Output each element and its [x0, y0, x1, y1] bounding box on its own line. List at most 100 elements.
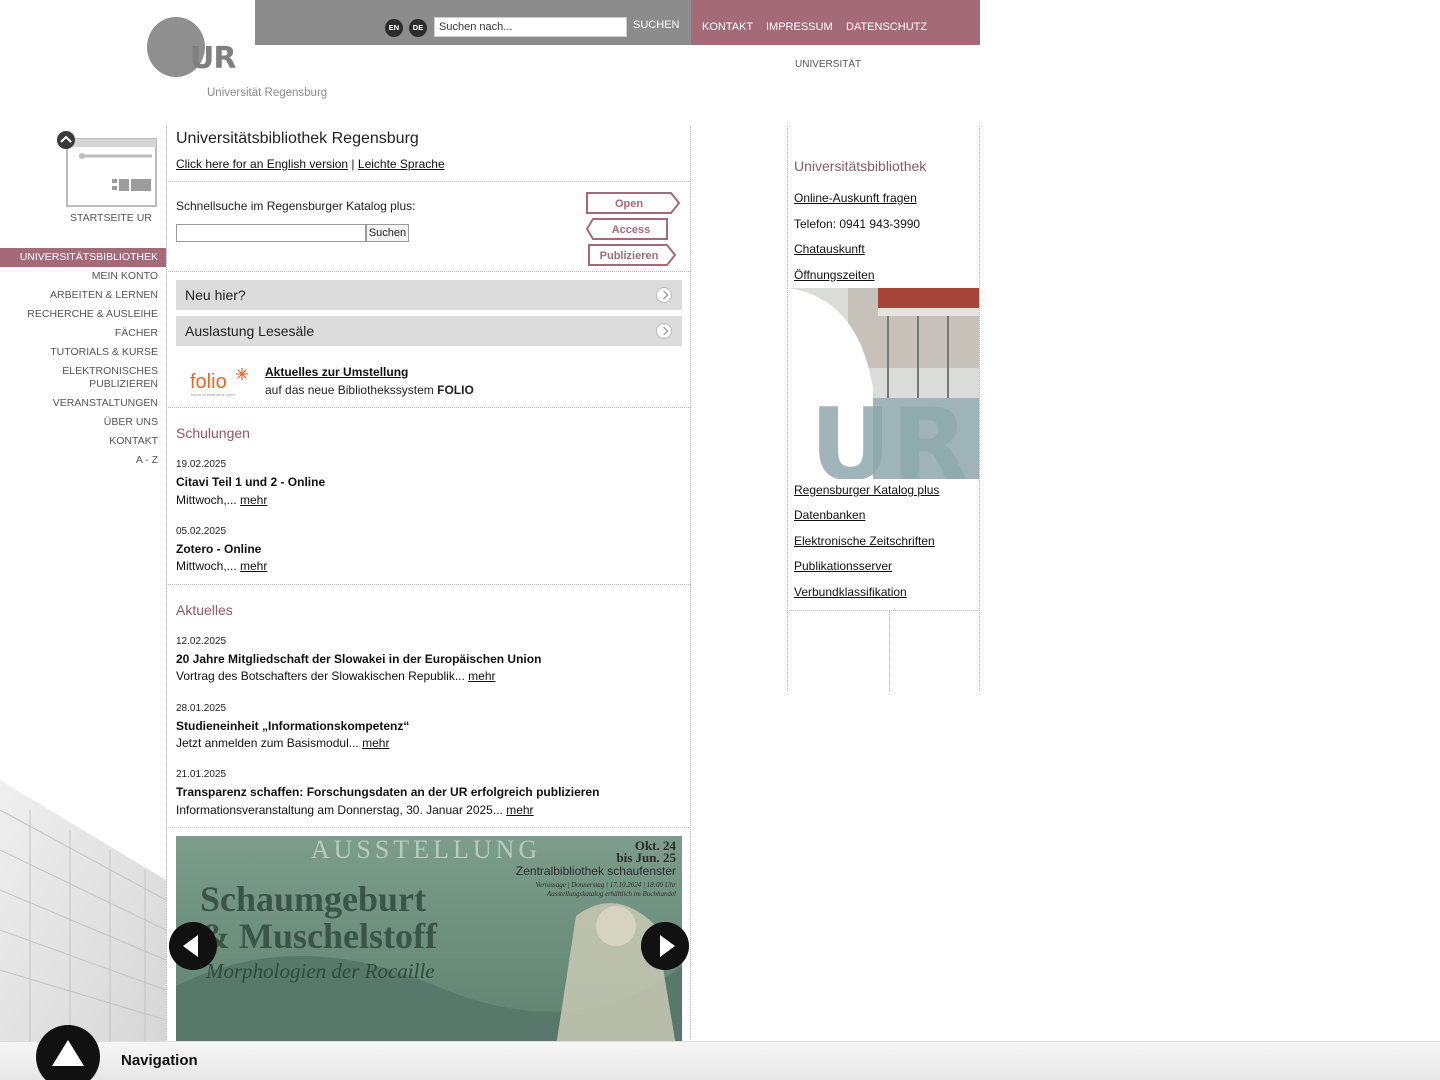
home-page-icon[interactable]: [56, 131, 158, 209]
accordion-auslastung-lesesaele[interactable]: Auslastung Lesesäle: [176, 316, 682, 346]
news-date: 12.02.2025: [176, 636, 227, 647]
section-divider: [166, 407, 691, 408]
top-link-impressum[interactable]: IMPRESSUM: [766, 21, 833, 33]
chevron-right-icon: [656, 287, 672, 303]
news-description: Informationsveranstaltung am Donnerstag,…: [176, 803, 534, 817]
event-title: Zotero - Online: [176, 542, 262, 556]
banner-dates-end: bis Jun. 25: [616, 850, 676, 865]
library-building-image: UR: [788, 288, 979, 479]
catalog-search-button[interactable]: Suchen: [366, 224, 409, 242]
news-title: Studieneinheit „Informationskompetenz“: [176, 719, 410, 733]
more-link[interactable]: mehr: [240, 559, 267, 573]
language-en-button[interactable]: EN: [385, 19, 403, 37]
main-left-divider: [166, 126, 167, 1040]
section-divider: [787, 610, 980, 611]
news-date: 28.01.2025: [176, 703, 227, 714]
more-link[interactable]: mehr: [468, 669, 495, 683]
site-search-input[interactable]: [434, 17, 627, 37]
leichte-sprache-link[interactable]: Leichte Sprache: [358, 157, 445, 171]
sidebar-item-universitaetsbibliothek[interactable]: UNIVERSITÄTSBIBLIOTHEK: [0, 248, 166, 267]
online-auskunft-link[interactable]: Online-Auskunft fragen: [794, 191, 917, 205]
e-zeitschriften-link[interactable]: Elektronische Zeitschriften: [794, 534, 935, 548]
event-description: Mittwoch,... mehr: [176, 493, 268, 507]
open-access-publizieren-badge[interactable]: Open Access Publizieren: [585, 191, 681, 269]
sidebar-item-recherche-ausleihe[interactable]: RECHERCHE & AUSLEIHE: [0, 305, 166, 324]
datenbanken-link[interactable]: Datenbanken: [794, 508, 865, 522]
folio-news-link[interactable]: Aktuelles zur Umstellung: [265, 365, 408, 379]
section-divider: [166, 584, 691, 585]
site-search-button[interactable]: SUCHEN: [633, 19, 679, 31]
news-description: Jetzt anmelden zum Basismodul... mehr: [176, 736, 390, 750]
sidebar-item-a-z[interactable]: A - Z: [0, 451, 166, 470]
sidebar-item-elektronisches-publizieren[interactable]: ELEKTRONISCHES PUBLIZIEREN: [0, 362, 166, 394]
katalog-plus-link[interactable]: Regensburger Katalog plus: [794, 483, 939, 497]
chatauskunft-link[interactable]: Chatauskunft: [794, 242, 865, 256]
more-link[interactable]: mehr: [506, 803, 533, 817]
folio-logo: folio future of libraries is open: [190, 368, 248, 397]
folio-logo-tagline: future of libraries is open: [191, 392, 235, 397]
language-de-button[interactable]: DE: [409, 19, 427, 37]
banner-title-line2: & Muschelstoff: [200, 916, 438, 956]
section-divider: [166, 827, 691, 828]
home-link-startseite[interactable]: STARTSEITE UR: [70, 212, 152, 224]
banner-ausstellung: AUSSTELLUNG: [311, 836, 541, 864]
chevron-right-icon: [656, 323, 672, 339]
banner-subtitle: Morphologien der Rocaille: [205, 959, 435, 983]
main-right-divider: [690, 126, 691, 1040]
sidebar-item-kontakt[interactable]: KONTAKT: [0, 432, 166, 451]
accordion-label: Auslastung Lesesäle: [185, 323, 315, 339]
top-link-kontakt[interactable]: KONTAKT: [702, 21, 753, 33]
oa-word-open: Open: [615, 198, 643, 210]
publikationsserver-link[interactable]: Publikationsserver: [794, 559, 892, 573]
top-link-datenschutz[interactable]: DATENSCHUTZ: [846, 21, 927, 33]
accordion-label: Neu hier?: [185, 287, 246, 303]
sidebar-item-faecher[interactable]: FÄCHER: [0, 324, 166, 343]
event-date: 19.02.2025: [176, 459, 227, 470]
right-col-inner-divider: [889, 611, 890, 691]
event-description: Mittwoch,... mehr: [176, 559, 268, 573]
catalog-search-input[interactable]: [176, 224, 366, 242]
folio-subtitle: auf das neue Bibliothekssystem FOLIO: [265, 383, 474, 397]
banner-place: Zentralbibliothek schaufenster: [516, 864, 676, 878]
oa-word-publizieren: Publizieren: [600, 250, 659, 262]
carousel-prev-icon[interactable]: [169, 922, 217, 970]
bottom-navigation-bar: [0, 1041, 1440, 1080]
exhibition-banner-slide[interactable]: AUSSTELLUNG Okt. 24 bis Jun. 25 Zentralb…: [176, 836, 682, 1046]
sidebar-item-mein-konto[interactable]: MEIN KONTO: [0, 267, 166, 286]
news-title: Transparenz schaffen: Forschungsdaten an…: [176, 785, 600, 799]
sidebar-item-ueber-uns[interactable]: ÜBER UNS: [0, 413, 166, 432]
section-heading-schulungen: Schulungen: [176, 425, 250, 441]
building-sketch-background: [0, 780, 166, 1050]
right-col-right-divider: [979, 126, 980, 691]
verbundklassifikation-link[interactable]: Verbundklassifikation: [794, 585, 907, 599]
more-link[interactable]: mehr: [240, 493, 267, 507]
more-link[interactable]: mehr: [362, 736, 389, 750]
section-heading-aktuelles: Aktuelles: [176, 602, 233, 618]
section-divider: [166, 181, 691, 182]
carousel-next-icon[interactable]: [641, 922, 689, 970]
oa-word-access: Access: [612, 224, 651, 236]
oeffnungszeiten-link[interactable]: Öffnungszeiten: [794, 268, 875, 282]
news-date: 21.01.2025: [176, 769, 227, 780]
quick-search-label: Schnellsuche im Regensburger Katalog plu…: [176, 199, 416, 213]
right-column-heading: Universitätsbibliothek: [794, 158, 927, 174]
navigation-label[interactable]: Navigation: [121, 1052, 198, 1069]
breadcrumb-universitaet[interactable]: UNIVERSITÄT: [795, 59, 861, 70]
logo-text: Universität Regensburg: [207, 87, 328, 99]
section-divider: [166, 271, 691, 272]
sidebar-navigation: UNIVERSITÄTSBIBLIOTHEK MEIN KONTO ARBEIT…: [0, 248, 166, 470]
link-separator: |: [351, 157, 355, 171]
english-version-link[interactable]: Click here for an English version: [176, 157, 348, 171]
banner-katalog: Ausstellungskatalog erhältlich im Buchha…: [546, 890, 676, 898]
sidebar-item-arbeiten-lernen[interactable]: ARBEITEN & LERNEN: [0, 286, 166, 305]
folio-logo-text: folio: [190, 371, 227, 393]
event-title: Citavi Teil 1 und 2 - Online: [176, 475, 326, 489]
sidebar-item-tutorials-kurse[interactable]: TUTORIALS & KURSE: [0, 343, 166, 362]
page-title: Universitätsbibliothek Regensburg: [176, 130, 419, 147]
arrow-up-icon: [52, 1040, 84, 1066]
banner-title-line1: Schaumgeburt: [200, 879, 426, 919]
accordion-neu-hier[interactable]: Neu hier?: [176, 280, 682, 310]
event-date: 05.02.2025: [176, 526, 227, 537]
sidebar-item-veranstaltungen[interactable]: VERANSTALTUNGEN: [0, 394, 166, 413]
logo-letters: UR: [190, 41, 236, 76]
